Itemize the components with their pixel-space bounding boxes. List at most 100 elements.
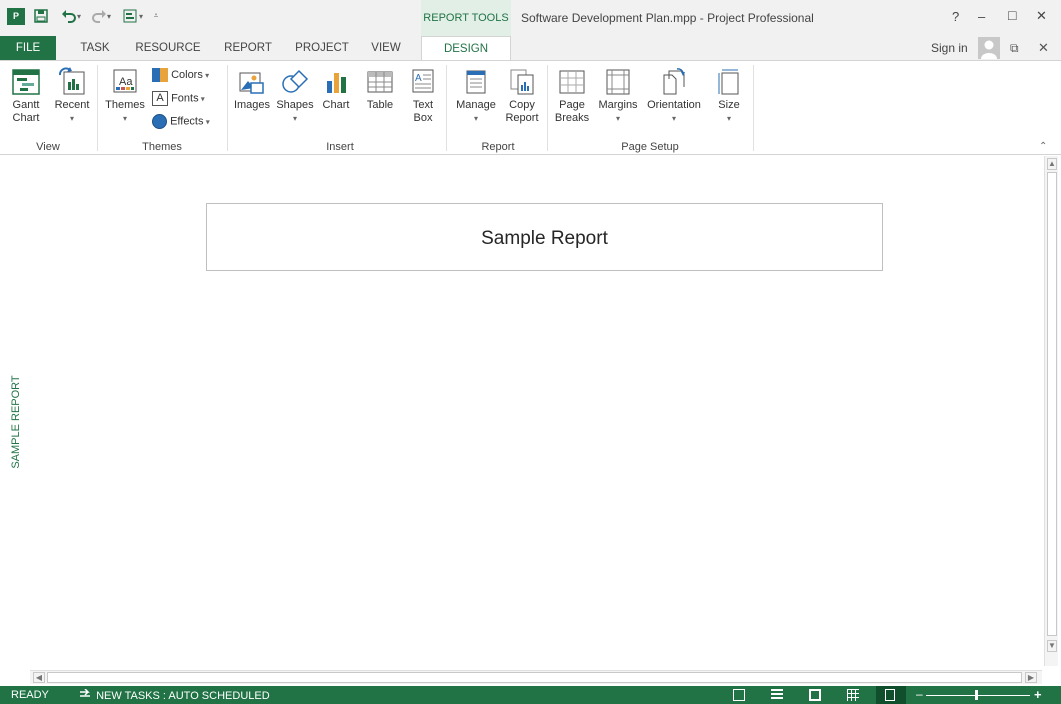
minimize-button[interactable]: – [978, 9, 985, 24]
fonts-button[interactable]: A Fonts ▾ [152, 91, 222, 106]
manage-icon [466, 70, 486, 94]
avatar[interactable] [978, 37, 1000, 59]
copy-report-button[interactable]: Copy Report [502, 67, 542, 125]
scroll-down-icon[interactable]: ▼ [1047, 640, 1057, 652]
view-icon[interactable]: ▾ [118, 7, 148, 25]
size-button[interactable]: Size ▾ [712, 67, 746, 125]
gantt-view-shortcut-icon[interactable] [733, 689, 745, 701]
tab-resource[interactable]: RESOURCE [130, 36, 206, 60]
manage-label: Manage [456, 99, 496, 111]
team-planner-shortcut-icon[interactable] [809, 689, 821, 701]
colors-button[interactable]: Colors ▾ [152, 68, 222, 82]
chart-button[interactable]: Chart [318, 67, 354, 112]
size-label: Size [718, 99, 740, 111]
view-group-label: View [36, 141, 60, 153]
margins-button[interactable]: Margins ▾ [595, 67, 641, 125]
margins-label: Margins [598, 99, 638, 111]
tab-file[interactable]: FILE [0, 36, 56, 60]
report-view-shortcut[interactable] [876, 686, 906, 704]
customize-qat-icon[interactable]: ⩡ [150, 7, 162, 25]
gantt-chart-label: Gantt Chart [12, 99, 40, 124]
themes-group-label: Themes [142, 141, 182, 153]
undo-icon[interactable]: ▾ [58, 7, 84, 25]
vertical-scrollbar[interactable]: ▲ ▼ [1044, 156, 1058, 666]
sign-in-link[interactable]: Sign in [931, 41, 968, 55]
group-separator [547, 65, 548, 151]
gantt-chart-button[interactable]: Gantt Chart [6, 67, 46, 125]
view-bar: SAMPLE REPORT [4, 366, 26, 486]
new-tasks-label: NEW TASKS : AUTO SCHEDULED [96, 690, 270, 702]
shapes-button[interactable]: Shapes ▾ [275, 67, 315, 125]
auto-schedule-icon [80, 688, 90, 697]
group-separator [753, 65, 754, 151]
zoom-out-icon[interactable]: – [916, 687, 923, 701]
effects-label: Effects [170, 115, 204, 128]
images-label: Images [233, 99, 271, 111]
resource-sheet-shortcut-icon[interactable] [847, 689, 859, 701]
svg-text:Aa: Aa [119, 76, 133, 88]
page-setup-group-label: Page Setup [621, 141, 679, 153]
project-app-icon[interactable]: P [7, 8, 25, 25]
colors-label: Colors [171, 68, 203, 81]
table-label: Table [366, 99, 394, 111]
report-canvas: SAMPLE REPORT Sample Report ▲ ▼ ◀ ▶ [0, 156, 1061, 686]
themes-label: Themes [105, 99, 145, 111]
effects-button[interactable]: Effects ▾ [152, 114, 222, 129]
close-window-icon[interactable]: ✕ [1038, 40, 1049, 56]
save-icon[interactable] [33, 7, 49, 25]
colors-icon [152, 68, 168, 82]
task-usage-shortcut-icon[interactable] [771, 689, 783, 701]
status-bar: READY NEW TASKS : AUTO SCHEDULED – + [0, 686, 1061, 704]
themes-button[interactable]: Aa Themes ▾ [103, 67, 147, 125]
tab-view[interactable]: VIEW [365, 36, 407, 60]
page-breaks-icon [559, 70, 585, 94]
view-bar-label: SAMPLE REPORT [10, 375, 22, 469]
scroll-right-icon[interactable]: ▶ [1025, 672, 1037, 683]
recent-button[interactable]: Recent ▾ [52, 67, 92, 125]
text-box-label-2: Box [413, 112, 433, 124]
report-title: Sample Report [481, 228, 608, 249]
horizontal-scroll-thumb[interactable] [47, 672, 1022, 683]
tab-project[interactable]: PROJECT [289, 36, 355, 60]
table-icon [367, 71, 393, 93]
fonts-icon: A [152, 91, 168, 106]
new-tasks-mode[interactable]: NEW TASKS : AUTO SCHEDULED [79, 688, 270, 702]
tab-design[interactable]: DESIGN [421, 36, 511, 61]
report-title-box[interactable]: Sample Report [206, 203, 883, 271]
page-breaks-button[interactable]: Page Breaks [552, 67, 592, 125]
close-button[interactable]: ✕ [1036, 8, 1047, 24]
help-button[interactable]: ? [952, 9, 959, 24]
images-icon [239, 72, 264, 94]
vertical-scroll-thumb[interactable] [1047, 172, 1057, 636]
fonts-label: Fonts [171, 92, 199, 105]
text-box-button[interactable]: A Text Box [405, 67, 441, 125]
zoom-slider[interactable] [926, 695, 1030, 696]
manage-button[interactable]: Manage ▾ [451, 67, 501, 125]
insert-group-label: Insert [326, 141, 354, 153]
horizontal-scrollbar[interactable]: ◀ ▶ [30, 670, 1042, 684]
zoom-in-icon[interactable]: + [1034, 687, 1042, 702]
table-button[interactable]: Table [360, 67, 400, 112]
scroll-up-icon[interactable]: ▲ [1047, 158, 1057, 170]
redo-icon[interactable]: ▾ [88, 7, 114, 25]
report-tools-group: REPORT TOOLS [421, 0, 511, 36]
window-title: Software Development Plan.mpp - Project … [521, 11, 814, 25]
tab-report[interactable]: REPORT [217, 36, 279, 60]
shapes-label: Shapes [276, 99, 314, 111]
report-group-label: Report [481, 141, 515, 153]
page-breaks-label-2: Breaks [554, 112, 590, 124]
report-view-icon [885, 689, 895, 701]
group-separator [97, 65, 98, 151]
orientation-button[interactable]: Orientation ▾ [643, 67, 705, 125]
collapse-ribbon-icon[interactable]: ⌃ [1039, 141, 1047, 152]
text-box-label-1: Text [412, 99, 434, 111]
maximize-button[interactable]: □ [1008, 7, 1016, 23]
scroll-left-icon[interactable]: ◀ [33, 672, 45, 683]
recent-view-icon [59, 67, 85, 95]
shapes-icon [282, 69, 309, 93]
copy-report-label-2: Report [505, 112, 539, 124]
images-button[interactable]: Images [231, 67, 273, 112]
tab-task[interactable]: TASK [72, 36, 118, 60]
restore-ribbon-icon[interactable]: ⧉ [1010, 41, 1019, 56]
zoom-slider-thumb[interactable] [975, 690, 978, 700]
